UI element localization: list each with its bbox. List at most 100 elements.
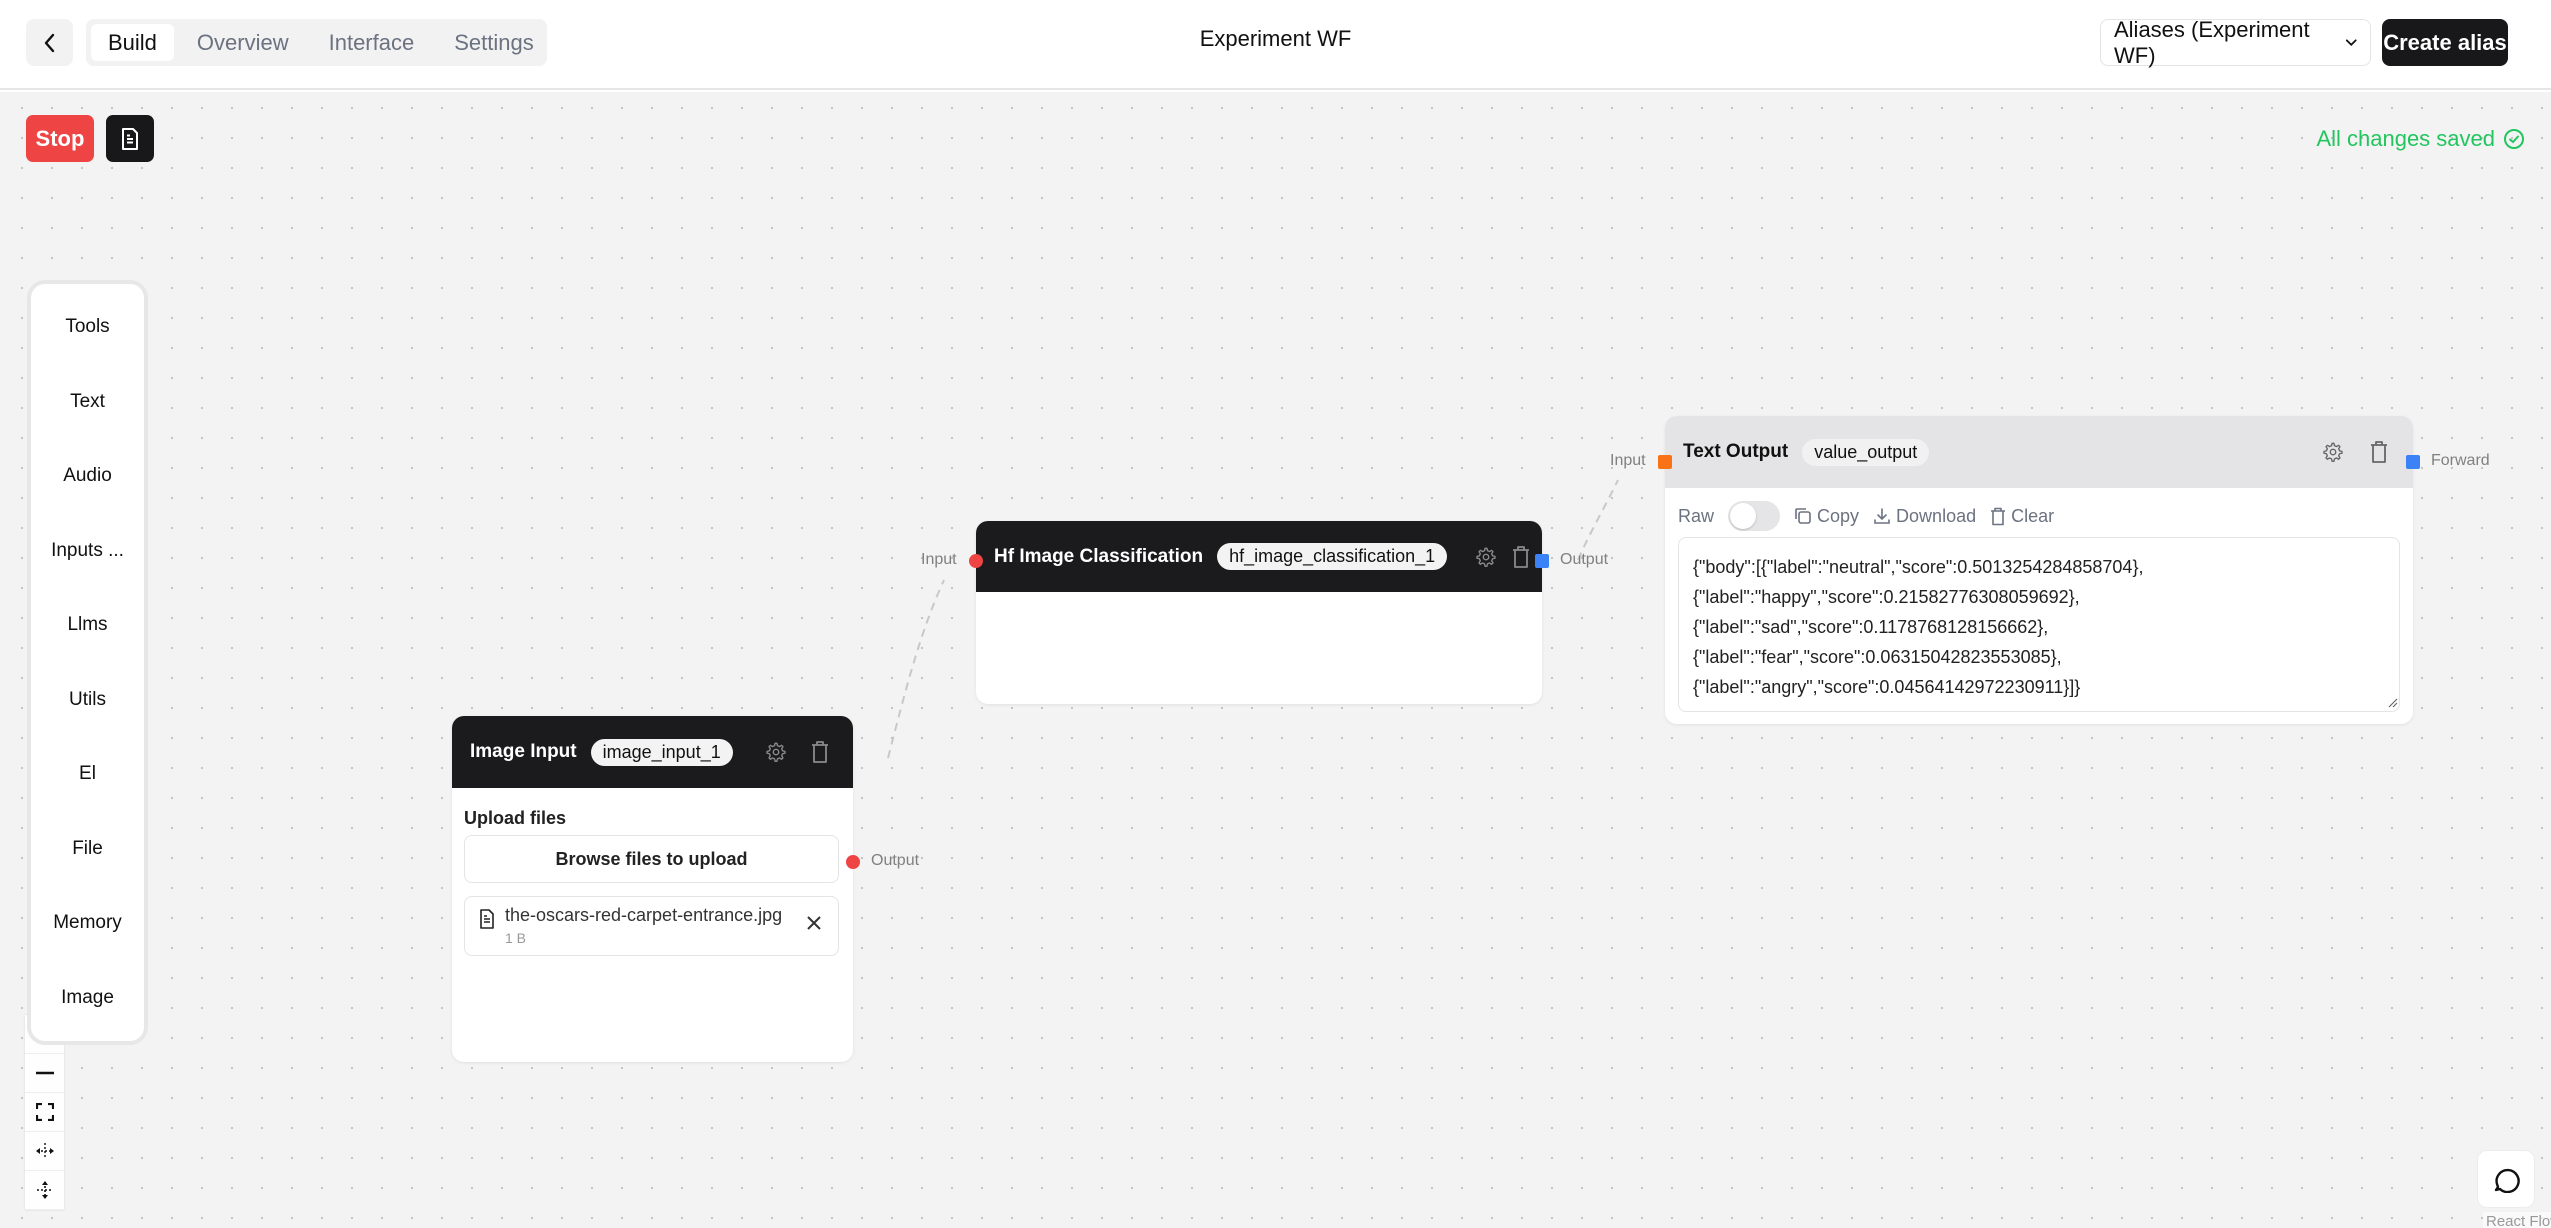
move-horizontal-icon: [35, 1143, 54, 1159]
browse-files-button[interactable]: Browse files to upload: [464, 835, 839, 883]
node-text-output[interactable]: Text Output value_output Raw Copy Downlo…: [1610, 416, 2490, 724]
close-icon: [807, 916, 821, 930]
file-size: 1 B: [505, 930, 527, 946]
sidebar-item-memory[interactable]: Memory: [31, 902, 144, 944]
node-delete-button[interactable]: [805, 736, 835, 768]
node-title: Text Output: [1683, 441, 1789, 462]
sidebar-item-llms[interactable]: Llms: [31, 604, 144, 646]
node-id-chip[interactable]: hf_image_classification_1: [1217, 543, 1448, 570]
raw-label: Raw: [1678, 505, 1715, 526]
move-horizontal-button[interactable]: [25, 1132, 64, 1171]
gear-icon: [2323, 442, 2343, 462]
zoom-out-button[interactable]: [25, 1054, 64, 1093]
top-header: Build Overview Interface Settings Experi…: [0, 0, 2551, 90]
node-body: Upload files Browse files to upload the-…: [452, 788, 853, 956]
node-id-chip[interactable]: value_output: [1802, 438, 1930, 466]
tab-settings[interactable]: Settings: [437, 24, 551, 61]
remove-file-button[interactable]: [802, 911, 826, 935]
edge-image-to-hf[interactable]: [887, 579, 945, 759]
workflow-title: Experiment WF: [1199, 26, 1352, 51]
move-vertical-icon: [36, 1181, 53, 1199]
node-settings-button[interactable]: [761, 736, 791, 768]
output-handle-label: Output: [1560, 551, 1609, 568]
edge-hf-to-text[interactable]: [1577, 479, 1619, 561]
tab-build[interactable]: Build: [91, 24, 174, 61]
output-handle-label: Output: [871, 852, 920, 869]
stop-button[interactable]: Stop: [26, 115, 94, 162]
node-delete-button[interactable]: [2363, 436, 2395, 468]
output-textarea[interactable]: {"body":[{"label":"neutral","score":0.50…: [1678, 537, 2400, 712]
download-icon: [1874, 508, 1890, 524]
clear-button[interactable]: Clear: [1990, 506, 2054, 527]
sidebar-item-tools[interactable]: Tools: [31, 306, 144, 348]
trash-icon: [1513, 545, 1530, 568]
node-hf-image-classification[interactable]: Hf Image Classification hf_image_classif…: [921, 521, 1608, 704]
output-handle[interactable]: [1535, 554, 1549, 568]
alias-select[interactable]: Aliases (Experiment WF): [2100, 16, 2371, 68]
chat-button[interactable]: [2477, 1150, 2535, 1208]
node-title: Hf Image Classification: [994, 545, 1204, 567]
trash-icon: [811, 741, 828, 763]
raw-toggle[interactable]: [1728, 501, 1781, 531]
trash-icon: [1991, 507, 2006, 525]
fullscreen-icon: [35, 1103, 54, 1121]
trash-icon: [2371, 441, 2387, 463]
gear-icon: [1476, 547, 1496, 567]
save-status: All changes saved: [2316, 126, 2525, 152]
node-header[interactable]: Image Input image_input_1: [452, 716, 853, 788]
tab-interface[interactable]: Interface: [312, 24, 432, 61]
forward-handle[interactable]: [2406, 455, 2420, 469]
back-button[interactable]: [26, 19, 73, 66]
move-vertical-button[interactable]: [25, 1171, 64, 1210]
input-handle[interactable]: [969, 554, 983, 568]
node-settings-button[interactable]: [2317, 436, 2349, 468]
download-label: Download: [1896, 505, 1977, 526]
sidebar-item-text[interactable]: Text: [31, 381, 144, 423]
input-handle[interactable]: [1658, 455, 1672, 469]
save-status-text: All changes saved: [2316, 126, 2495, 151]
clear-label: Clear: [2011, 505, 2055, 526]
input-handle-label: Input: [1610, 452, 1646, 469]
fit-view-button[interactable]: [25, 1093, 64, 1132]
upload-files-label: Upload files: [464, 808, 567, 828]
react-flow-attribution[interactable]: React Flow: [2483, 1212, 2551, 1228]
minus-icon: [35, 1071, 54, 1075]
sidebar-item-utils[interactable]: Utils: [31, 679, 144, 721]
chevron-left-icon: [44, 33, 54, 52]
message-circle-icon: [2494, 1168, 2520, 1193]
chevron-down-icon: [2345, 38, 2357, 46]
file-name: the-oscars-red-carpet-entrance.jpg: [505, 905, 783, 925]
alias-select-value: Aliases (Experiment WF): [2114, 16, 2310, 68]
resize-handle-icon[interactable]: [2388, 698, 2398, 708]
file-text-icon: [480, 909, 494, 929]
copy-button[interactable]: Copy: [1794, 506, 1859, 527]
sidebar-item-file[interactable]: File: [31, 828, 144, 870]
sidebar-item-el[interactable]: El: [31, 753, 144, 795]
file-text-icon: [122, 127, 138, 150]
tab-overview[interactable]: Overview: [180, 24, 306, 61]
flow-canvas[interactable]: Stop All changes saved Tools Text Audio …: [0, 92, 2551, 1228]
component-sidebar: Tools Text Audio Inputs ... Llms Utils E…: [27, 280, 148, 1045]
logs-button[interactable]: [106, 115, 154, 162]
node-delete-button[interactable]: [1511, 541, 1531, 573]
forward-handle-label: Forward: [2431, 452, 2490, 469]
node-id-chip[interactable]: image_input_1: [590, 738, 733, 766]
download-button[interactable]: Download: [1873, 506, 1976, 527]
uploaded-file-item: the-oscars-red-carpet-entrance.jpg 1 B: [464, 896, 839, 956]
node-header[interactable]: Text Output value_output: [1665, 416, 2413, 488]
copy-icon: [1795, 508, 1811, 524]
gear-icon: [766, 742, 786, 762]
node-title: Image Input: [470, 741, 577, 762]
sidebar-item-inputs[interactable]: Inputs ...: [31, 530, 144, 572]
node-header[interactable]: Hf Image Classification hf_image_classif…: [976, 521, 1542, 592]
output-handle[interactable]: [846, 855, 860, 869]
output-toolbar: Raw Copy Download Clear: [1678, 501, 2054, 531]
sidebar-item-audio[interactable]: Audio: [31, 455, 144, 497]
input-handle-label: Input: [921, 551, 957, 568]
copy-label: Copy: [1817, 505, 1860, 526]
sidebar-item-image[interactable]: Image: [31, 977, 144, 1019]
node-image-input[interactable]: Image Input image_input_1 Upload files B…: [452, 716, 919, 1062]
check-circle-icon: [2504, 129, 2524, 149]
create-alias-button[interactable]: Create alias: [2382, 19, 2508, 66]
node-settings-button[interactable]: [1475, 541, 1497, 573]
